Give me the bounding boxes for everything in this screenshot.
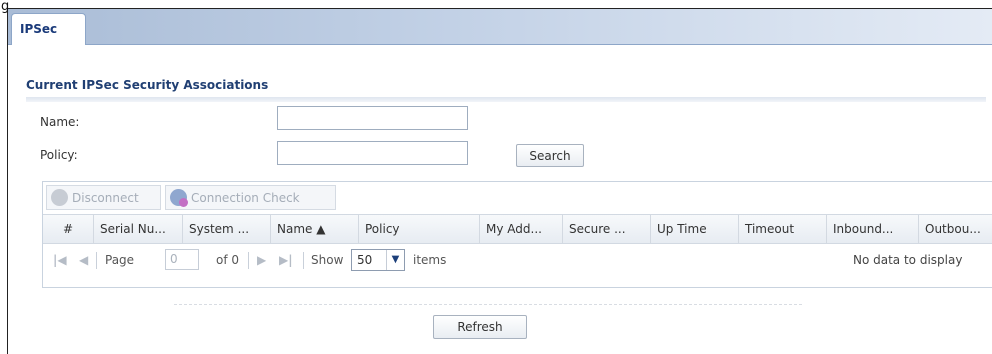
table-header: # Serial Nu... System ... Name ▲ Policy …	[43, 214, 992, 244]
column-header-my-address[interactable]: My Add...	[480, 215, 563, 243]
disconnect-icon	[51, 189, 68, 206]
tab-bar: IPSec	[8, 9, 992, 45]
column-header-policy[interactable]: Policy	[359, 215, 480, 243]
page-count-label: of 0	[216, 253, 240, 267]
refresh-button[interactable]: Refresh	[433, 315, 527, 339]
column-header-serial[interactable]: Serial Nu...	[94, 215, 183, 243]
pager-divider	[248, 252, 249, 269]
chevron-down-icon: ▼	[386, 250, 404, 270]
items-label: items	[413, 253, 447, 267]
last-page-icon[interactable]: ▶|	[279, 244, 293, 276]
name-input[interactable]	[277, 106, 468, 130]
pager-divider	[96, 252, 97, 269]
column-header-index[interactable]: #	[43, 215, 94, 243]
column-header-up-time[interactable]: Up Time	[651, 215, 739, 243]
next-page-icon[interactable]: ▶	[257, 244, 266, 276]
policy-label: Policy:	[40, 148, 78, 162]
show-label: Show	[311, 253, 344, 267]
name-label: Name:	[40, 115, 80, 129]
page-number-input[interactable]: 0	[165, 249, 199, 270]
connection-check-icon	[170, 189, 188, 207]
page-label: Page	[105, 253, 135, 267]
column-header-secure-gateway[interactable]: Secure ...	[563, 215, 651, 243]
grid-toolbar: Disconnect Connection Check	[43, 182, 992, 214]
connection-check-label: Connection Check	[191, 190, 300, 205]
page-size-select[interactable]: 50 ▼	[351, 249, 405, 271]
footer-divider	[174, 304, 802, 305]
disconnect-label: Disconnect	[72, 190, 139, 205]
section-divider	[26, 97, 986, 102]
column-header-name[interactable]: Name ▲	[271, 215, 359, 243]
ipsec-panel: g IPSec Current IPSec Security Associati…	[1, 0, 992, 354]
column-header-outbound[interactable]: Outbou...	[919, 215, 992, 243]
empty-message: No data to display	[853, 253, 963, 267]
column-header-timeout[interactable]: Timeout	[739, 215, 827, 243]
page-size-value: 50	[357, 253, 373, 267]
section-title: Current IPSec Security Associations	[26, 78, 269, 92]
pager-divider	[303, 252, 304, 269]
policy-input[interactable]	[277, 141, 468, 165]
column-header-system[interactable]: System ...	[183, 215, 271, 243]
disconnect-button[interactable]: Disconnect	[46, 185, 161, 210]
first-page-icon[interactable]: |◀	[53, 244, 67, 276]
tab-ipsec[interactable]: IPSec	[11, 13, 86, 45]
connection-check-button[interactable]: Connection Check	[165, 185, 336, 210]
sa-grid: Disconnect Connection Check # Serial Nu.…	[42, 181, 992, 288]
column-header-inbound[interactable]: Inbound...	[827, 215, 919, 243]
prev-page-icon[interactable]: ◀	[79, 244, 88, 276]
search-button[interactable]: Search	[516, 144, 584, 167]
pager: |◀ ◀ Page 0 of 0 ▶ ▶| Show 50 ▼ items No…	[43, 244, 992, 276]
